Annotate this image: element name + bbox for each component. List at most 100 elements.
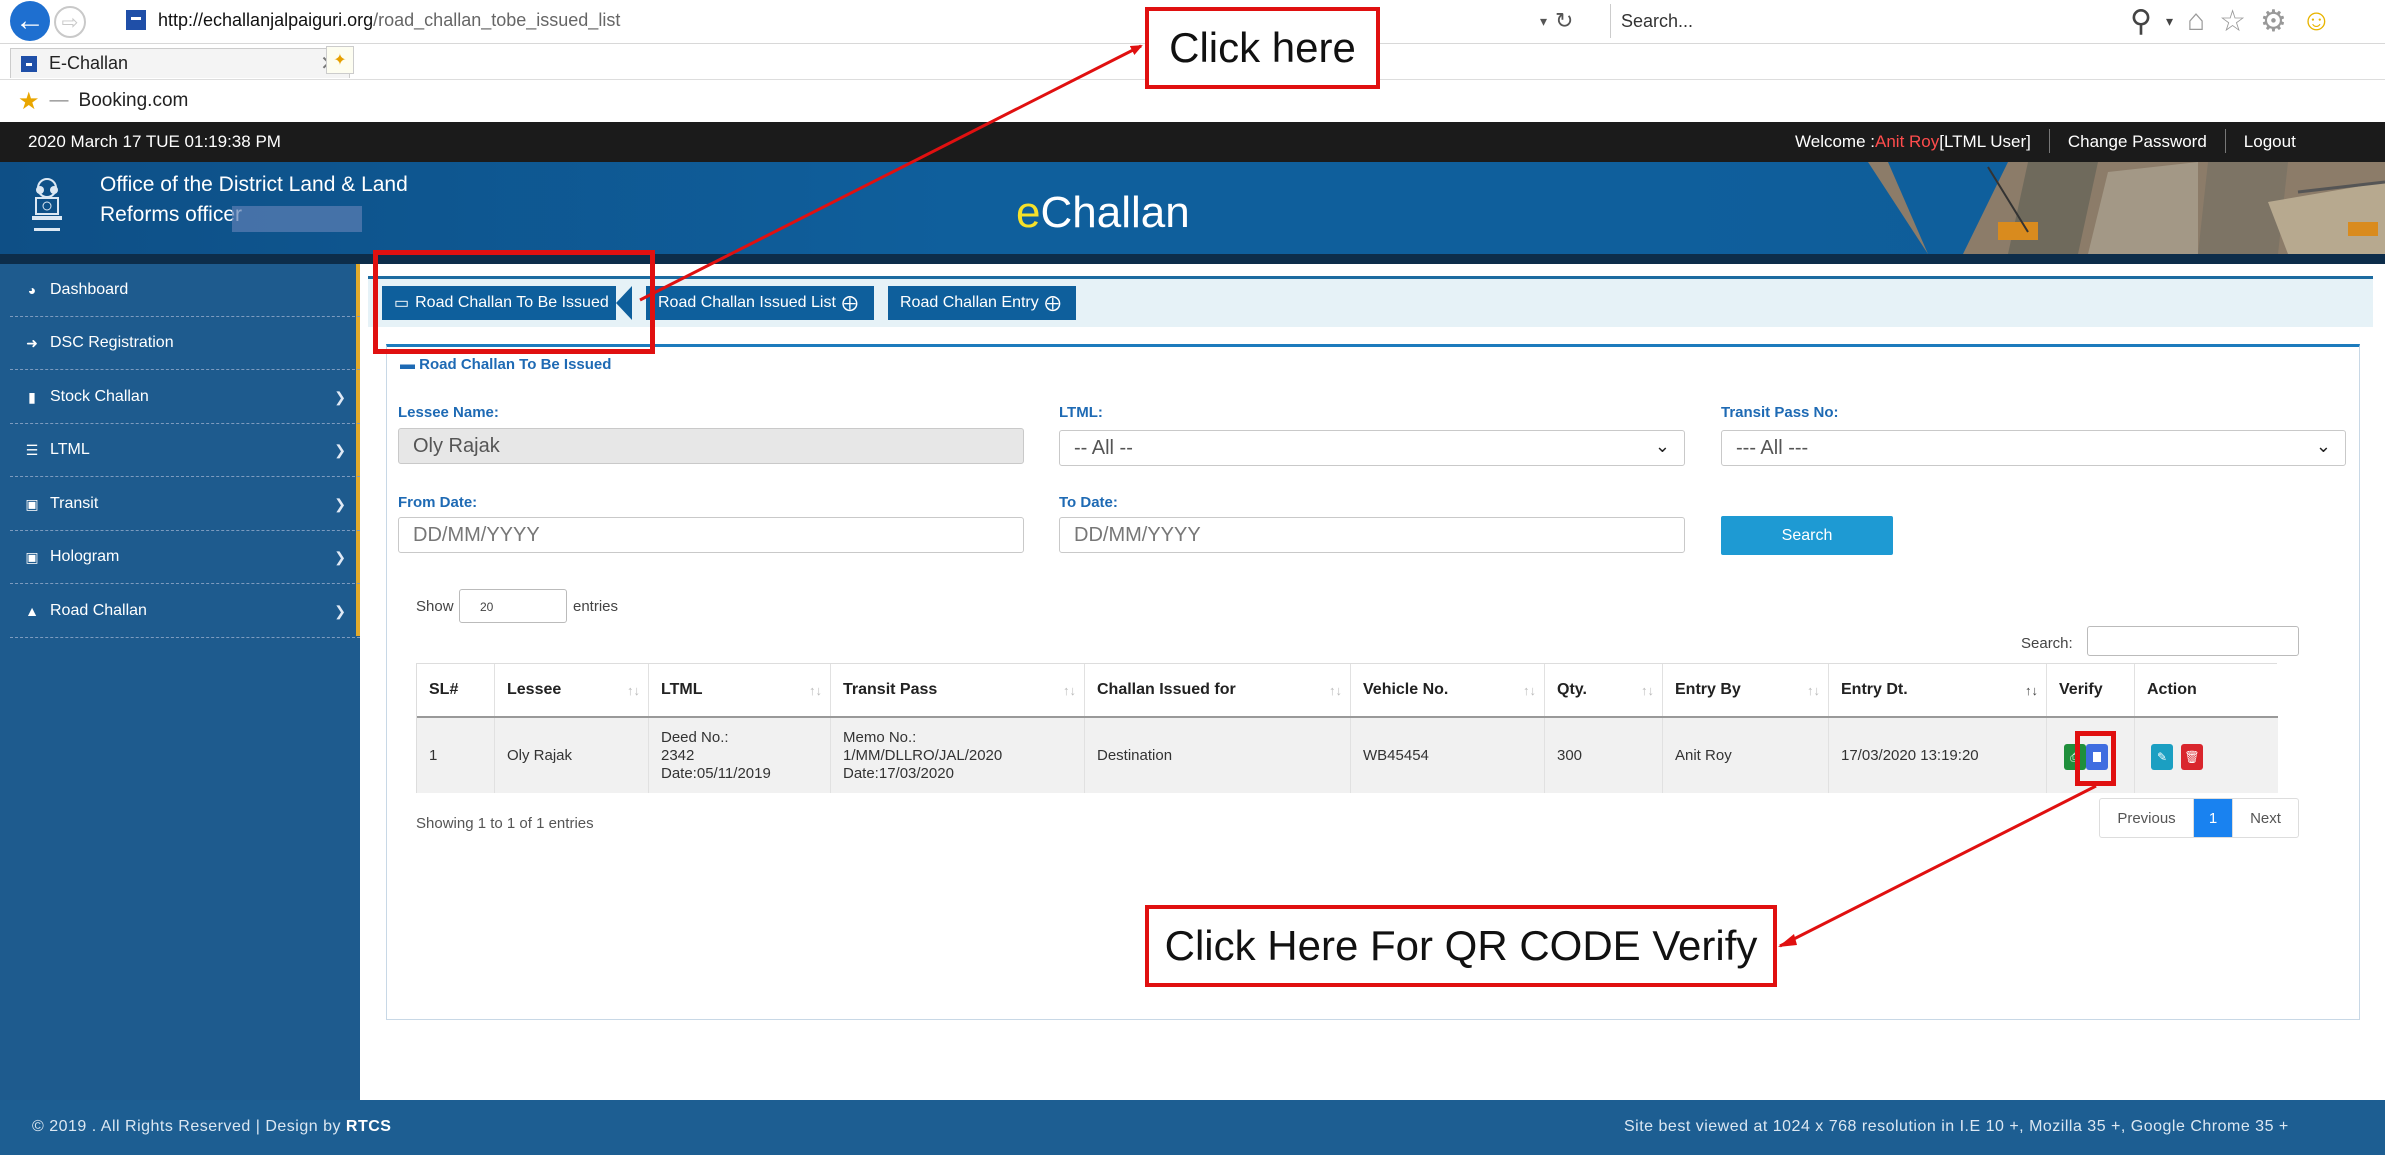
book-icon: ▮ — [28, 388, 36, 405]
previous-page-button[interactable]: Previous — [2100, 799, 2194, 837]
browser-tab[interactable]: E-Challan ✕ — [10, 48, 350, 78]
to-date-input[interactable]: DD/MM/YYYY — [1059, 517, 1685, 553]
transit-pass-select[interactable]: --- All --- ⌄ — [1721, 430, 2346, 466]
sidebar-item-road-challan[interactable]: ▲ Road Challan ❯ — [10, 585, 360, 638]
chevron-down-icon: ❯ — [334, 495, 346, 512]
sidebar-item-ltml[interactable]: ☰ LTML ❯ — [10, 424, 360, 477]
entries-per-page-select[interactable]: 20 — [459, 589, 567, 623]
refresh-icon[interactable]: ↻ — [1555, 8, 1573, 34]
back-arrow-icon[interactable]: ← — [10, 1, 50, 41]
list-icon: ☰ — [25, 441, 39, 458]
designer-brand: RTCS — [345, 1118, 392, 1135]
new-tab-icon[interactable]: ✦ — [326, 46, 354, 74]
ltml-date: Date:05/11/2019 — [661, 764, 771, 782]
state-emblem-icon — [32, 178, 62, 231]
column-header[interactable]: Challan Issued for ↑↓ — [1085, 664, 1351, 716]
ltml-select[interactable]: -- All -- ⌄ — [1059, 430, 1685, 466]
transit-pass-label: Transit Pass No: — [1721, 404, 1839, 421]
star-icon[interactable]: ☆ — [2219, 4, 2246, 39]
sidebar-item-dashboard[interactable]: ◕ Dashboard — [10, 264, 360, 317]
sidebar-item-label: LTML — [50, 441, 90, 458]
welcome-label: Welcome : — [1795, 132, 1875, 151]
browser-search-input[interactable]: Search... — [1610, 4, 1970, 38]
chevron-down-icon: ❯ — [334, 388, 346, 405]
sort-icon: ↑↓ — [1807, 682, 1820, 698]
app-top-bar: 2020 March 17 TUE 01:19:38 PM Welcome : … — [0, 122, 2385, 162]
column-header[interactable]: LTML ↑↓ — [649, 664, 831, 716]
favorite-link[interactable]: Booking.com — [79, 90, 189, 112]
home-icon[interactable]: ⌂ — [2187, 4, 2205, 38]
cell-entry-dt: 17/03/2020 13:19:20 — [1829, 718, 2047, 793]
column-header[interactable]: Vehicle No. ↑↓ — [1351, 664, 1545, 716]
lessee-name-field[interactable]: Oly Rajak — [398, 428, 1024, 464]
browser-compat-note: Site best viewed at 1024 x 768 resolutio… — [1624, 1118, 2289, 1135]
sidebar-item-hologram[interactable]: ▣ Hologram ❯ — [10, 531, 360, 584]
chevron-down-icon: ❯ — [334, 441, 346, 458]
cell-lessee: Oly Rajak — [495, 718, 649, 793]
header-text: Transit Pass — [843, 681, 938, 698]
card-icon: ▣ — [25, 495, 39, 512]
magnifier-icon[interactable]: ⚲ — [2130, 4, 2152, 39]
chevron-down-icon[interactable]: ▾ — [2166, 13, 2173, 30]
screenshot-root: ← ⇨ http://echallanjalpaiguri.org/road_c… — [0, 0, 2385, 1155]
column-header[interactable]: Qty. ↑↓ — [1545, 664, 1663, 716]
lessee-label: Lessee Name: — [398, 404, 499, 421]
sidebar-item-stock-challan[interactable]: ▮ Stock Challan ❯ — [10, 371, 360, 424]
from-date-label: From Date: — [398, 494, 478, 511]
header-text: LTML — [661, 681, 703, 698]
column-header[interactable]: Entry Dt. ↑↓ — [1829, 664, 2047, 716]
edit-icon[interactable]: ✎ — [2151, 744, 2173, 770]
table-search-label: Search: — [2021, 635, 2073, 652]
sort-icon: ↑↓ — [1329, 682, 1342, 698]
column-header[interactable]: Entry By ↑↓ — [1663, 664, 1829, 716]
next-page-button[interactable]: Next — [2232, 799, 2298, 837]
column-header[interactable]: Transit Pass ↑↓ — [831, 664, 1085, 716]
logo-e: e — [1016, 188, 1041, 237]
smiley-icon[interactable]: ☺ — [2301, 4, 2332, 38]
url-domain: http://echallanjalpaiguri.org — [158, 10, 374, 30]
tab-road-challan-issued-list[interactable]: Road Challan Issued List ⨁ — [646, 286, 874, 320]
table-search-input[interactable] — [2087, 626, 2299, 656]
chevron-down-icon: ❯ — [334, 548, 346, 565]
page-1-button[interactable]: 1 — [2194, 799, 2232, 837]
echallan-logo: eChallan — [1016, 188, 1190, 238]
dashboard-icon: ◕ — [27, 282, 37, 298]
sidebar-item-dsc-registration[interactable]: ➜ DSC Registration — [10, 317, 360, 370]
column-header[interactable]: Lessee ↑↓ — [495, 664, 649, 716]
user-menu: Welcome : Anit Roy [LTML User] Change Pa… — [1795, 129, 2296, 156]
from-date-input[interactable]: DD/MM/YYYY — [398, 517, 1024, 553]
panel-title[interactable]: ▬ Road Challan To Be Issued — [400, 356, 611, 373]
challan-table: SL# Lessee ↑↓ LTML ↑↓ Transit Pass ↑↓ Chall… — [416, 663, 2278, 793]
sign-in-icon: ➜ — [26, 334, 38, 351]
header-text: Verify — [2059, 681, 2103, 698]
divider — [2224, 129, 2226, 153]
current-datetime: 2020 March 17 TUE 01:19:38 PM — [28, 132, 281, 151]
gear-icon[interactable]: ⚙ — [2260, 4, 2287, 39]
logout-link[interactable]: Logout — [2244, 132, 2296, 156]
header-text: Vehicle No. — [1363, 681, 1449, 698]
change-password-link[interactable]: Change Password — [2068, 132, 2207, 156]
sort-icon: ↑↓ — [1641, 682, 1654, 698]
header-text: Entry Dt. — [1841, 681, 1908, 698]
column-header[interactable]: SL# — [417, 664, 495, 716]
show-label: Show — [416, 598, 454, 615]
sort-icon: ↑↓ — [1063, 682, 1076, 698]
office-name-line1: Office of the District Land & Land — [100, 173, 408, 196]
dropdown-arrow-icon[interactable]: ▾ — [1540, 13, 1547, 30]
welcome-user-name: Anit Roy — [1875, 132, 1940, 151]
tab-road-challan-entry[interactable]: Road Challan Entry ⨁ — [888, 286, 1076, 320]
address-url[interactable]: http://echallanjalpaiguri.org/road_chall… — [158, 10, 620, 31]
sidebar-item-transit[interactable]: ▣ Transit ❯ — [10, 478, 360, 531]
sidebar-item-label: Road Challan — [50, 602, 147, 619]
copyright: © 2019 . All Rights Reserved | Design by… — [32, 1118, 391, 1136]
forward-arrow-icon[interactable]: ⇨ — [54, 6, 86, 38]
delete-icon[interactable]: 🗑 — [2181, 744, 2203, 770]
header-text: Lessee — [507, 681, 562, 698]
sort-icon: ↑↓ — [627, 682, 640, 698]
sidebar-item-label: Hologram — [50, 548, 120, 565]
highlight-box-tab — [373, 250, 655, 354]
search-button[interactable]: Search — [1721, 516, 1893, 555]
table-info: Showing 1 to 1 of 1 entries — [416, 815, 594, 832]
plus-circle-icon: ⨁ — [841, 295, 858, 312]
transit-date: Date:17/03/2020 — [843, 764, 954, 782]
